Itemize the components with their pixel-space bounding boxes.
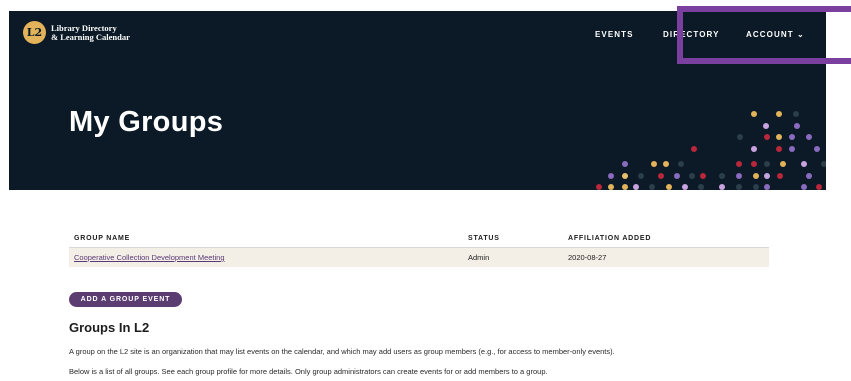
- decorative-dot: [764, 161, 770, 167]
- decorative-dot: [753, 184, 759, 190]
- decorative-dot: [638, 173, 644, 179]
- decorative-dot: [751, 146, 757, 152]
- my-groups-table: GROUP NAME STATUS AFFILIATION ADDED Coop…: [69, 233, 769, 267]
- logo-line-2: & Learning Calendar: [51, 31, 130, 42]
- decorative-dot: [736, 161, 742, 167]
- decorative-dot: [814, 146, 820, 152]
- decorative-dot: [816, 184, 822, 190]
- column-header-status: STATUS: [463, 233, 563, 248]
- decorative-dot: [700, 173, 706, 179]
- decorative-dot: [764, 173, 770, 179]
- decorative-dot: [622, 161, 628, 167]
- group-link[interactable]: Cooperative Collection Development Meeti…: [74, 253, 225, 262]
- table-row: Cooperative Collection Development Meeti…: [69, 247, 769, 267]
- decorative-dot: [736, 173, 742, 179]
- decorative-dot: [753, 173, 759, 179]
- decorative-dot: [801, 184, 807, 190]
- decorative-dot: [764, 134, 770, 140]
- decorative-dot: [806, 134, 812, 140]
- decorative-dot: [674, 173, 680, 179]
- decorative-dot: [678, 161, 684, 167]
- decorative-dot: [608, 173, 614, 179]
- decorative-dot: [777, 173, 783, 179]
- decorative-dot: [666, 184, 672, 190]
- decorative-dot: [663, 161, 669, 167]
- decorative-dot: [649, 184, 655, 190]
- status-cell: Admin: [463, 247, 563, 267]
- decorative-dot: [633, 184, 639, 190]
- decorative-dot: [776, 146, 782, 152]
- groups-list-intro: Below is a list of all groups. See each …: [69, 367, 548, 376]
- decorative-dot: [751, 111, 757, 117]
- column-header-affiliation-added: AFFILIATION ADDED: [563, 233, 769, 248]
- decorative-dot: [682, 184, 688, 190]
- decorative-dot: [736, 184, 742, 190]
- site-logo[interactable]: L2 Library Directory & Learning Calendar: [23, 21, 130, 44]
- decorative-dot: [789, 134, 795, 140]
- page-title: My Groups: [69, 106, 224, 138]
- section-title: Groups In L2: [69, 320, 150, 335]
- nav-events[interactable]: EVENTS: [595, 30, 634, 39]
- affiliation-added-cell: 2020-08-27: [563, 247, 769, 267]
- decorative-dot: [608, 184, 614, 190]
- decorative-dot: [622, 184, 628, 190]
- decorative-dot: [689, 173, 695, 179]
- logo-badge: L2: [23, 21, 46, 44]
- decorative-dot: [821, 161, 826, 167]
- decorative-dot: [763, 123, 769, 129]
- decorative-dot: [793, 111, 799, 117]
- decorative-dot: [801, 161, 807, 167]
- decorative-dot: [737, 134, 743, 140]
- groups-description: A group on the L2 site is an organizatio…: [69, 347, 615, 356]
- add-group-event-button[interactable]: ADD A GROUP EVENT: [69, 292, 182, 307]
- decorative-dot: [780, 161, 786, 167]
- logo-text: Library Directory & Learning Calendar: [51, 23, 130, 42]
- annotation-highlight-box: [677, 6, 851, 64]
- decorative-dot: [651, 161, 657, 167]
- decorative-dot: [719, 184, 725, 190]
- decorative-dot: [691, 146, 697, 152]
- decorative-dot: [622, 173, 628, 179]
- column-header-group-name: GROUP NAME: [69, 233, 463, 248]
- decorative-dot: [776, 134, 782, 140]
- decorative-dot: [794, 123, 800, 129]
- group-name-cell: Cooperative Collection Development Meeti…: [69, 247, 463, 267]
- decorative-dot: [789, 146, 795, 152]
- decorative-dot: [596, 184, 602, 190]
- decorative-dot: [658, 173, 664, 179]
- decorative-dot: [719, 173, 725, 179]
- table-header-row: GROUP NAME STATUS AFFILIATION ADDED: [69, 233, 769, 248]
- decorative-dot: [751, 161, 757, 167]
- decorative-dot: [764, 184, 770, 190]
- decorative-dot: [806, 173, 812, 179]
- decorative-dot: [776, 111, 782, 117]
- decorative-dot: [698, 184, 704, 190]
